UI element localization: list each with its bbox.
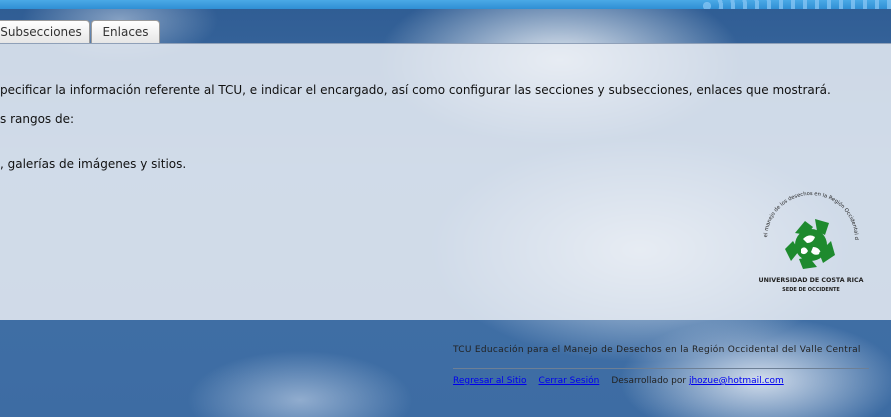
content-panel: pecificar la información referente al TC… [0, 43, 891, 320]
recycle-icon [785, 219, 835, 269]
developed-by-label: Desarrollado por [611, 376, 687, 386]
logout-link[interactable]: Cerrar Sesión [539, 376, 600, 386]
top-bar [0, 0, 891, 9]
description-line-1: pecificar la información referente al TC… [0, 83, 831, 97]
footer-links: Regresar al Sitio Cerrar Sesión Desarrolla… [453, 376, 784, 386]
developer-email-link[interactable]: jhozue@hotmail.com [689, 376, 784, 386]
logo-campus: SEDE DE OCCIDENTE [782, 287, 840, 293]
back-to-site-link[interactable]: Regresar al Sitio [453, 376, 527, 386]
footer-title: TCU Educación para el Manejo de Desechos… [453, 345, 861, 355]
description-line-2: s rangos de: [0, 112, 75, 126]
logo-university: UNIVERSIDAD DE COSTA RICA [759, 277, 864, 284]
tcu-logo: Educación para el manejo de los desechos… [755, 187, 864, 293]
footer-divider [453, 368, 869, 369]
tab-enlaces[interactable]: Enlaces [91, 20, 160, 43]
tab-subsecciones[interactable]: Subsecciones [0, 20, 90, 43]
top-bar-pattern [701, 0, 891, 9]
description-line-3: , galerías de imágenes y sitios. [0, 157, 187, 171]
